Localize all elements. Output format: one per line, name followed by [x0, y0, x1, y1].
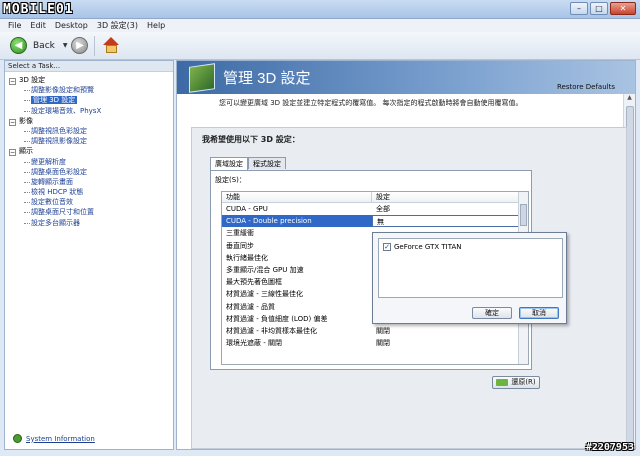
3d-settings-icon: [189, 63, 215, 93]
scrollbar-thumb[interactable]: [626, 106, 634, 446]
menu-desktop[interactable]: Desktop: [55, 19, 88, 32]
task-panel: Select a Task... −3D 設定 調整影像設定和預覽 管理 3D …: [4, 60, 174, 450]
table-row[interactable]: CUDA - GPU 全部: [222, 203, 528, 215]
back-history-dropdown-icon[interactable]: ▼: [63, 42, 68, 49]
system-information-link[interactable]: System Information: [13, 434, 95, 443]
table-row[interactable]: 環境光遮蔽 - 關閉 關閉: [222, 337, 528, 349]
tree-item-video-color[interactable]: 調整視訊色彩設定: [5, 126, 173, 136]
tree-category-3d[interactable]: −3D 設定: [5, 75, 173, 85]
tree-item-desktop-color[interactable]: 調整桌面色彩設定: [5, 167, 173, 177]
tree-item-image-settings[interactable]: 調整影像設定和預覽: [5, 85, 173, 95]
window-controls: – □ ✕: [570, 2, 636, 15]
home-icon[interactable]: [103, 37, 120, 54]
nvidia-icon: [496, 379, 509, 386]
tree-item-digital-audio[interactable]: 設定數位音效: [5, 197, 173, 207]
tree-item-manage-3d[interactable]: 管理 3D 設定: [5, 95, 173, 105]
title-bar: MOBILE01 – □ ✕: [0, 0, 640, 19]
back-button[interactable]: Back: [33, 41, 55, 51]
tree-item-physx[interactable]: 設定環場音效、PhysX: [5, 106, 173, 116]
table-row[interactable]: 材質過濾 - 非均質樣本最佳化 關閉: [222, 325, 528, 337]
back-arrow-icon[interactable]: ◀: [10, 37, 27, 54]
tree-category-video[interactable]: − 影像: [5, 116, 173, 126]
scrollbar-thumb[interactable]: [520, 204, 527, 226]
page-banner: 管理 3D 設定 Restore Defaults: [177, 61, 635, 94]
menu-bar: File Edit Desktop 3D 設定(3) Help: [0, 19, 640, 32]
collapse-icon[interactable]: −: [9, 78, 16, 85]
gpu-select-popup: ✓ GeForce GTX TITAN 確定 取消: [372, 232, 567, 324]
cancel-button[interactable]: 取消: [519, 307, 559, 319]
watermark: #2207953: [585, 442, 634, 453]
tree-item-video-image[interactable]: 調整視訊影像設定: [5, 136, 173, 146]
page-description: 您可以變更廣域 3D 設定並建立特定程式的覆寫值。 每次指定的程式啟動時將會自動…: [219, 99, 523, 107]
collapse-icon[interactable]: −: [9, 118, 16, 126]
task-panel-header: Select a Task...: [5, 61, 173, 72]
menu-help[interactable]: Help: [147, 19, 165, 32]
gpu-list: ✓ GeForce GTX TITAN: [378, 238, 563, 298]
settings-heading: 我希望使用以下 3D 設定：: [202, 135, 300, 144]
tree-category-display[interactable]: − 顯示: [5, 146, 173, 157]
system-info-icon: [13, 434, 22, 443]
gpu-list-item[interactable]: ✓ GeForce GTX TITAN: [383, 243, 461, 251]
tree-item-multi-display[interactable]: 設定多台顯示器: [5, 218, 173, 228]
toolbar: ◀ Back ▼ ▶: [0, 32, 640, 60]
menu-edit[interactable]: Edit: [30, 19, 46, 32]
grid-header: 功能 設定: [222, 192, 528, 203]
setting-dropdown[interactable]: 無: [372, 215, 528, 229]
column-feature[interactable]: 功能: [222, 192, 372, 202]
restore-button[interactable]: 還原(R): [492, 376, 540, 389]
minimize-button[interactable]: –: [570, 2, 588, 15]
settings-list-label: 設定(S)：: [215, 176, 246, 184]
menu-3d-settings[interactable]: 3D 設定(3): [97, 19, 138, 32]
column-setting[interactable]: 設定: [372, 192, 390, 202]
toolbar-separator: [94, 35, 96, 56]
tree-item-rotate[interactable]: 旋轉顯示畫面: [5, 177, 173, 187]
site-logo: MOBILE01: [3, 2, 74, 17]
collapse-icon[interactable]: −: [9, 149, 16, 157]
forward-arrow-icon[interactable]: ▶: [71, 37, 89, 54]
menu-file[interactable]: File: [8, 19, 21, 32]
settings-tabs: 廣域設定 程式設定: [210, 157, 286, 170]
tree-item-resolution[interactable]: 變更解析度: [5, 157, 173, 167]
content-panel: 管理 3D 設定 Restore Defaults 您可以變更廣域 3D 設定並…: [176, 60, 636, 450]
close-button[interactable]: ✕: [610, 2, 636, 15]
tree-item-hdcp[interactable]: 檢視 HDCP 狀態: [5, 187, 173, 197]
page-title: 管理 3D 設定: [223, 70, 311, 87]
tree-item-desktop-size[interactable]: 調整桌面尺寸和位置: [5, 207, 173, 217]
tab-program-settings[interactable]: 程式設定: [248, 157, 286, 169]
tab-global-settings[interactable]: 廣域設定: [210, 157, 248, 170]
restore-defaults-link[interactable]: Restore Defaults: [557, 83, 615, 91]
checkbox-checked-icon[interactable]: ✓: [383, 243, 391, 251]
ok-button[interactable]: 確定: [472, 307, 512, 319]
scroll-up-icon[interactable]: ▲: [624, 94, 635, 104]
table-row-selected[interactable]: CUDA - Double precision 無: [222, 215, 528, 229]
task-tree: −3D 設定 調整影像設定和預覽 管理 3D 設定 設定環場音效、PhysX −…: [5, 72, 173, 228]
maximize-button[interactable]: □: [590, 2, 608, 15]
